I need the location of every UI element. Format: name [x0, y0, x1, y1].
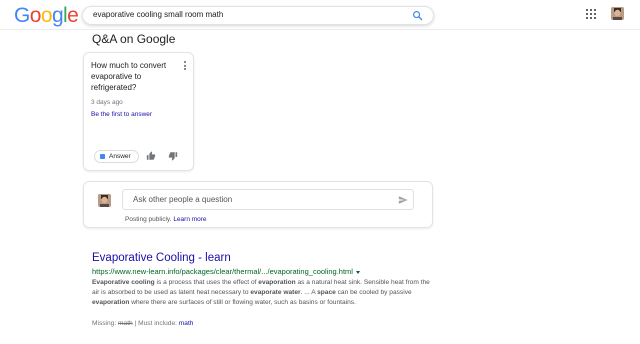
user-avatar — [98, 194, 111, 207]
missing-term: math — [118, 320, 133, 327]
qa-question-card: How much to convert evaporative to refri… — [83, 52, 194, 171]
account-avatar[interactable] — [611, 7, 624, 20]
posting-notice: Posting publicly. Learn more — [125, 216, 207, 223]
search-input[interactable]: evaporative cooling small room math — [93, 10, 223, 19]
result-snippet: Evaporative cooling is a process that us… — [92, 278, 432, 308]
answer-button-label: Answer — [109, 153, 131, 160]
first-answer-link[interactable]: Be the first to answer — [91, 111, 152, 118]
logo-letter: G — [14, 4, 30, 27]
snippet-highlight: evaporate water — [250, 289, 301, 296]
ask-question-input[interactable]: Ask other people a question — [122, 189, 414, 210]
qa-question-text[interactable]: How much to convert evaporative to refri… — [91, 60, 179, 93]
snippet-highlight: evaporation — [258, 279, 296, 286]
logo-letter: e — [67, 4, 79, 27]
snippet-text: can be cooled by passive — [335, 289, 412, 296]
logo-letter: o — [40, 4, 53, 27]
snippet-highlight: Evaporative cooling — [92, 279, 155, 286]
must-include-link[interactable]: math — [179, 320, 194, 327]
thumbs-up-icon[interactable] — [146, 151, 156, 161]
send-icon[interactable] — [398, 195, 408, 205]
search-icon[interactable] — [412, 10, 423, 21]
thumbs-down-icon[interactable] — [168, 151, 178, 161]
result-url-text: https://www.new-learn.info/packages/clea… — [92, 267, 353, 276]
must-include-label: | Must include: — [134, 320, 177, 327]
answer-button[interactable]: Answer — [94, 150, 139, 163]
missing-label: Missing: — [92, 320, 117, 327]
ask-question-card: Ask other people a question Posting publ… — [83, 181, 433, 228]
apps-grid-icon[interactable] — [586, 9, 596, 19]
result-missing-terms: Missing: math | Must include: math — [92, 320, 193, 327]
search-box[interactable]: evaporative cooling small room math — [82, 6, 434, 25]
result-title-link[interactable]: Evaporative Cooling - learn — [92, 252, 231, 264]
caret-down-icon[interactable] — [355, 270, 360, 274]
logo-letter: g — [51, 4, 64, 27]
posting-text: Posting publicly. — [125, 216, 172, 223]
result-url[interactable]: https://www.new-learn.info/packages/clea… — [92, 267, 360, 276]
snippet-text: where there are surfaces of still or flo… — [129, 299, 356, 306]
ask-question-placeholder: Ask other people a question — [133, 195, 233, 204]
answer-icon — [100, 154, 105, 159]
qa-section-title: Q&A on Google — [92, 32, 176, 46]
more-options-icon[interactable] — [184, 61, 186, 70]
header: Google evaporative cooling small room ma… — [0, 0, 640, 30]
learn-more-link[interactable]: Learn more — [173, 216, 206, 223]
snippet-highlight: evaporation — [92, 299, 130, 306]
logo-letter: o — [29, 4, 42, 27]
snippet-highlight: space — [317, 289, 336, 296]
google-logo[interactable]: Google — [14, 4, 79, 28]
snippet-text: . ... A — [300, 289, 318, 296]
qa-date: 3 days ago — [91, 99, 123, 106]
snippet-text: is a process that uses the effect of — [154, 279, 259, 286]
